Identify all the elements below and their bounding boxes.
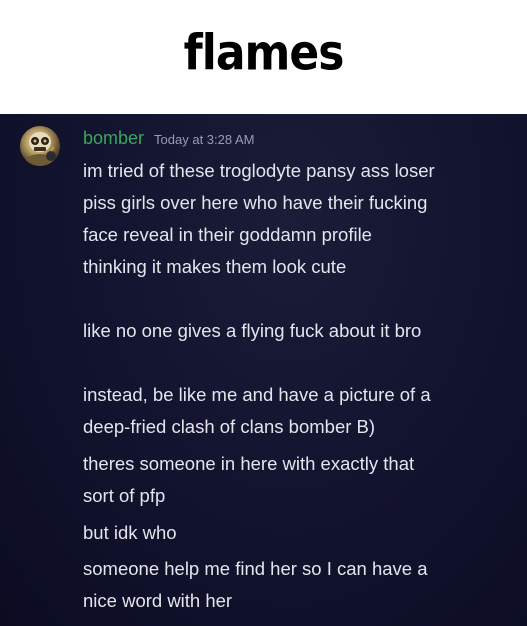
caption-title: flames <box>183 24 345 82</box>
message-line: deep-fried clash of clans bomber B) <box>83 416 376 437</box>
message-line: thinking it makes them look cute <box>83 256 347 277</box>
message-line: piss girls over here who have their fuck… <box>83 192 428 213</box>
username[interactable]: bomber <box>83 128 144 149</box>
meme-caption: flames <box>0 0 527 114</box>
timestamp: Today at 3:28 AM <box>154 132 255 147</box>
message-line: someone help me find her so I can have a <box>83 558 428 579</box>
message-line: instead, be like me and have a picture o… <box>83 384 431 405</box>
message-line: im tried of these troglodyte pansy ass l… <box>83 160 435 181</box>
message-header: bomber Today at 3:28 AM <box>83 128 254 149</box>
message-line: theres someone in here with exactly that <box>83 453 415 474</box>
message-line: sort of pfp <box>83 485 166 506</box>
avatar[interactable] <box>20 126 60 166</box>
message-line: nice word with her <box>83 590 233 611</box>
chat-message-panel: bomber Today at 3:28 AM im tried of thes… <box>0 114 527 626</box>
message-line: but idk who <box>83 522 177 543</box>
bomber-icon <box>26 132 56 166</box>
message-line: face reveal in their goddamn profile <box>83 224 372 245</box>
message-line: like no one gives a flying fuck about it… <box>83 320 422 341</box>
